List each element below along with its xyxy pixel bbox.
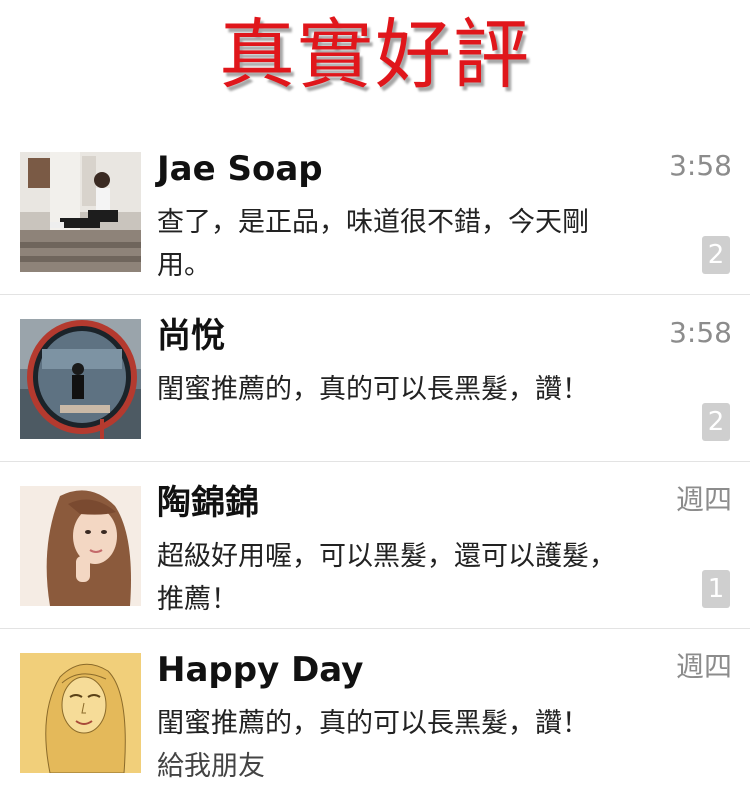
contact-name: Happy Day	[157, 650, 364, 690]
avatar[interactable]	[20, 319, 141, 439]
avatar-photo-long-hair-woman	[20, 486, 141, 606]
unread-count-badge: 1	[702, 570, 730, 608]
chat-list-item[interactable]: Jae Soap 查了，是正品，味道很不錯，今天剛用。 3:58 2	[0, 128, 750, 295]
message-preview: 超級好用喔，可以黑髮，還可以護髮，推薦！	[157, 541, 616, 615]
message-preview: 查了，是正品，味道很不錯，今天剛用。	[157, 207, 589, 281]
message-time: 週四	[675, 650, 732, 683]
avatar[interactable]	[20, 653, 141, 773]
banner: 真實好評	[0, 0, 750, 128]
avatar[interactable]	[20, 152, 141, 272]
message-preview: 閨蜜推薦的，真的可以長黑髮，讚！	[157, 374, 589, 405]
unread-count-badge: 2	[702, 236, 730, 274]
avatar-photo-woman-sitting	[20, 152, 141, 272]
banner-title: 真實好評	[219, 10, 531, 99]
message-preview: 閨蜜推薦的，真的可以長黑髮，讚！ 給我朋友	[157, 702, 627, 788]
contact-name: 陶錦錦	[157, 483, 259, 523]
contact-name: Jae Soap	[157, 149, 323, 189]
unread-count-badge: 2	[702, 403, 730, 441]
message-time: 3:58	[669, 316, 732, 349]
message-time: 週四	[675, 483, 732, 516]
message-preview-line: 閨蜜推薦的，真的可以長黑髮，讚！	[157, 708, 589, 739]
message-time: 3:58	[669, 149, 732, 182]
avatar-sketch-woman-portrait	[20, 653, 141, 773]
contact-name: 尚悅	[157, 316, 225, 356]
chat-list-item[interactable]: 尚悅 閨蜜推薦的，真的可以長黑髮，讚！ 3:58 2	[0, 295, 750, 462]
message-preview-line: 給我朋友	[157, 751, 265, 782]
chat-list-item[interactable]: Happy Day 閨蜜推薦的，真的可以長黑髮，讚！ 給我朋友 週四	[0, 629, 750, 795]
chat-list-item[interactable]: 陶錦錦 超級好用喔，可以黑髮，還可以護髮，推薦！ 週四 1	[0, 462, 750, 629]
avatar-photo-convex-mirror	[20, 319, 141, 439]
avatar[interactable]	[20, 486, 141, 606]
chat-list: Jae Soap 查了，是正品，味道很不錯，今天剛用。 3:58 2 尚悅 閨蜜…	[0, 128, 750, 795]
